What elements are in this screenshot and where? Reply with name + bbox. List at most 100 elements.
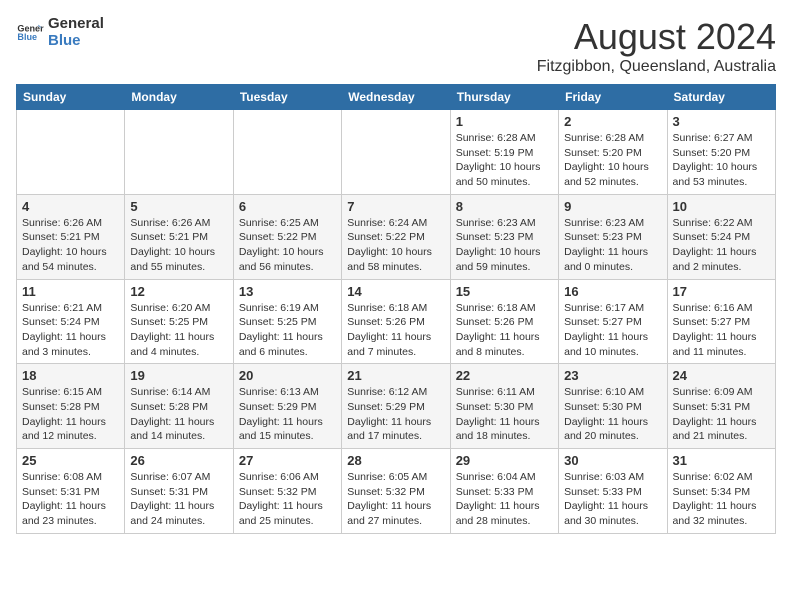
day-info-line: and 58 minutes. [347,261,422,273]
day-cell: 12Sunrise: 6:20 AMSunset: 5:25 PMDayligh… [125,279,233,364]
day-number: 13 [239,284,336,299]
day-info-line: Sunset: 5:27 PM [564,316,642,328]
day-number: 21 [347,368,444,383]
day-info-line: Sunrise: 6:17 AM [564,302,644,314]
day-info: Sunrise: 6:02 AMSunset: 5:34 PMDaylight:… [673,470,770,529]
day-info-line: Daylight: 10 hours [239,246,324,258]
day-info-line: Daylight: 11 hours [239,331,323,343]
header-cell-saturday: Saturday [667,85,775,110]
day-cell: 27Sunrise: 6:06 AMSunset: 5:32 PMDayligh… [233,449,341,534]
day-info: Sunrise: 6:21 AMSunset: 5:24 PMDaylight:… [22,301,119,360]
day-info-line: Sunset: 5:23 PM [456,231,534,243]
day-info-line: Sunrise: 6:16 AM [673,302,753,314]
day-info-line: and 3 minutes. [22,346,91,358]
day-info-line: Sunset: 5:30 PM [564,401,642,413]
day-info-line: and 28 minutes. [456,515,531,527]
day-info-line: and 20 minutes. [564,430,639,442]
day-info: Sunrise: 6:04 AMSunset: 5:33 PMDaylight:… [456,470,553,529]
day-number: 16 [564,284,661,299]
day-info-line: Sunrise: 6:02 AM [673,471,753,483]
day-info: Sunrise: 6:14 AM Sunset: 5:28 PM Daylight:… [130,385,227,444]
day-info-line: Daylight: 11 hours [564,331,648,343]
day-cell: 2Sunrise: 6:28 AMSunset: 5:20 PMDaylight… [559,110,667,195]
day-cell: 26Sunrise: 6:07 AMSunset: 5:31 PMDayligh… [125,449,233,534]
day-info-line: Daylight: 11 hours [673,416,757,428]
day-info: Sunrise: 6:16 AMSunset: 5:27 PMDaylight:… [673,301,770,360]
day-info-line: Daylight: 10 hours [564,161,649,173]
page-subtitle: Fitzgibbon, Queensland, Australia [537,58,776,76]
day-cell [125,110,233,195]
title-block: August 2024 Fitzgibbon, Queensland, Aust… [537,16,776,76]
day-info-line: Daylight: 11 hours [130,416,214,428]
day-info-line: Daylight: 11 hours [347,416,431,428]
day-info: Sunrise: 6:19 AM Sunset: 5:25 PM Daylight:… [239,301,336,360]
day-cell: 6Sunrise: 6:25 AMSunset: 5:22 PMDaylight… [233,194,341,279]
day-info: Sunrise: 6:23 AMSunset: 5:23 PMDaylight:… [456,216,553,275]
day-info-line: Sunset: 5:32 PM [239,486,317,498]
day-cell: 17Sunrise: 6:16 AMSunset: 5:27 PMDayligh… [667,279,775,364]
day-info-line: and 23 minutes. [22,515,97,527]
day-info: Sunrise: 6:13 AMSunset: 5:29 PMDaylight:… [239,385,336,444]
day-info-line: and 53 minutes. [673,176,748,188]
day-info-line: and 30 minutes. [564,515,639,527]
day-info: Sunrise: 6:12 AMSunset: 5:29 PMDaylight:… [347,385,444,444]
day-info-line: Sunset: 5:32 PM [347,486,425,498]
day-info-line: Sunset: 5:31 PM [673,401,751,413]
day-info-line: Sunrise: 6:25 AM [239,217,319,229]
day-info: Sunrise: 6:28 AMSunset: 5:19 PMDaylight:… [456,131,553,190]
day-info: Sunrise: 6:22 AMSunset: 5:24 PMDaylight:… [673,216,770,275]
day-number: 15 [456,284,553,299]
day-info: Sunrise: 6:27 AMSunset: 5:20 PMDaylight:… [673,131,770,190]
day-info-line: Sunset: 5:19 PM [456,147,534,159]
day-info-line: Sunrise: 6:19 AM [239,302,319,314]
day-info-line: and 54 minutes. [22,261,97,273]
day-number: 5 [130,199,227,214]
day-info: Sunrise: 6:09 AM Sunset: 5:31 PM Daylight:… [673,385,770,444]
day-info: Sunrise: 6:18 AMSunset: 5:26 PMDaylight:… [347,301,444,360]
day-info-line: Sunrise: 6:03 AM [564,471,644,483]
day-info-line: Sunset: 5:22 PM [347,231,425,243]
day-number: 24 [673,368,770,383]
calendar-table: SundayMondayTuesdayWednesdayThursdayFrid… [16,84,776,534]
day-info-line: Sunrise: 6:28 AM [456,132,536,144]
day-info-line: and 7 minutes. [347,346,416,358]
day-info: Sunrise: 6:18 AMSunset: 5:26 PMDaylight:… [456,301,553,360]
day-info-line: Sunset: 5:25 PM [239,316,317,328]
day-info: Sunrise: 6:08 AMSunset: 5:31 PMDaylight:… [22,470,119,529]
day-cell: 16 Sunrise: 6:17 AM Sunset: 5:27 PM Dayligh… [559,279,667,364]
day-info: Sunrise: 6:26 AMSunset: 5:21 PMDaylight:… [130,216,227,275]
day-info-line: Sunrise: 6:14 AM [130,386,210,398]
day-info-line: Sunset: 5:33 PM [564,486,642,498]
day-info-line: Daylight: 10 hours [673,161,758,173]
day-info-line: Daylight: 11 hours [456,331,540,343]
day-number: 7 [347,199,444,214]
day-info-line: Sunset: 5:28 PM [130,401,208,413]
day-info-line: and 25 minutes. [239,515,314,527]
day-info-line: Sunrise: 6:10 AM [564,386,644,398]
day-cell: 9Sunrise: 6:23 AMSunset: 5:23 PMDaylight… [559,194,667,279]
day-cell: 1Sunrise: 6:28 AMSunset: 5:19 PMDaylight… [450,110,558,195]
day-info-line: Sunset: 5:28 PM [22,401,100,413]
day-number: 14 [347,284,444,299]
day-info-line: Sunrise: 6:09 AM [673,386,753,398]
day-cell: 5 Sunrise: 6:26 AMSunset: 5:21 PMDaylight… [125,194,233,279]
day-info-line: and 32 minutes. [673,515,748,527]
day-info-line: Sunset: 5:23 PM [564,231,642,243]
day-info-line: Sunrise: 6:28 AM [564,132,644,144]
day-info-line: and 6 minutes. [239,346,308,358]
day-cell: 4Sunrise: 6:26 AMSunset: 5:21 PMDaylight… [17,194,125,279]
day-cell: 21 Sunrise: 6:12 AMSunset: 5:29 PMDayligh… [342,364,450,449]
day-number: 18 [22,368,119,383]
day-info-line: Daylight: 10 hours [456,246,541,258]
day-info-line: Sunrise: 6:24 AM [347,217,427,229]
day-cell: 30Sunrise: 6:03 AMSunset: 5:33 PMDayligh… [559,449,667,534]
day-info-line: and 18 minutes. [456,430,531,442]
day-info-line: Daylight: 11 hours [673,246,757,258]
day-info: Sunrise: 6:06 AMSunset: 5:32 PMDaylight:… [239,470,336,529]
week-row-3: 11Sunrise: 6:21 AMSunset: 5:24 PMDayligh… [17,279,776,364]
day-info: Sunrise: 6:28 AMSunset: 5:20 PMDaylight:… [564,131,661,190]
day-info-line: Sunrise: 6:07 AM [130,471,210,483]
day-info-line: Daylight: 11 hours [347,331,431,343]
day-info-line: and 56 minutes. [239,261,314,273]
day-info: Sunrise: 6:17 AM Sunset: 5:27 PM Daylight:… [564,301,661,360]
